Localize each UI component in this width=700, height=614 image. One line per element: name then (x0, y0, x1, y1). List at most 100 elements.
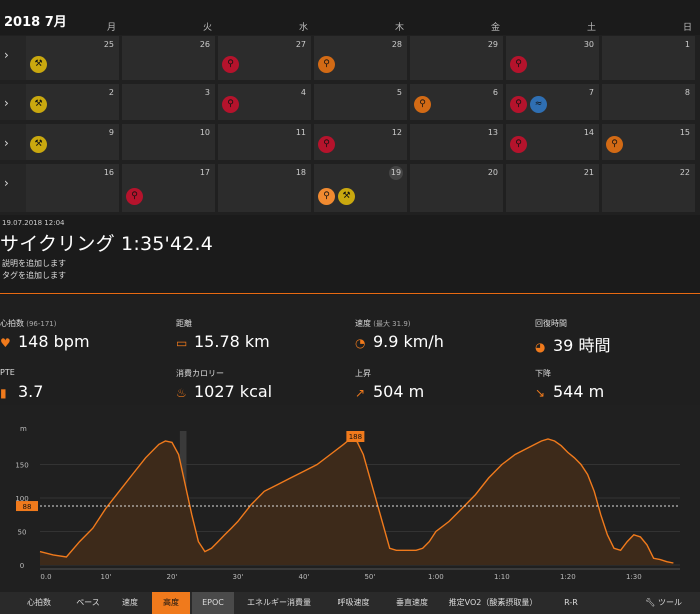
stat-label-sub: (96-171) (24, 320, 57, 328)
graph-tab[interactable]: ペース (68, 592, 108, 614)
bike-icon[interactable]: ⚲ (318, 188, 335, 205)
calendar-day[interactable]: 16 (26, 164, 119, 212)
calendar-day[interactable]: 29 (410, 36, 503, 80)
average-marker-label: 88 (23, 503, 32, 511)
bike-icon[interactable]: ⚲ (126, 188, 143, 205)
bike-icon[interactable]: ⚲ (414, 96, 431, 113)
calendar-day[interactable]: 8 (602, 84, 695, 120)
activity-title: サイクリング 1:35'42.4 (0, 233, 214, 255)
strength-icon[interactable]: ⚒ (30, 96, 47, 113)
day-number: 21 (583, 168, 594, 177)
y-axis-unit: m (20, 425, 27, 433)
day-number: 7 (588, 88, 594, 97)
stat-value-text: 504 m (373, 382, 425, 401)
bike-icon[interactable]: ⚲ (222, 56, 239, 73)
strength-icon[interactable]: ⚒ (30, 56, 47, 73)
calendar-day[interactable]: 21 (506, 164, 599, 212)
day-number: 2 (108, 88, 114, 97)
max-marker-label: 188 (349, 433, 362, 441)
stat-label-text: 距離 (176, 319, 192, 328)
arrow-up-icon: ↗ (355, 386, 366, 400)
week-expand-button[interactable]: › (0, 36, 28, 80)
graph-tabs: 心拍数 ペース 速度 高度 EPOC エネルギー消費量 呼吸速度 垂直速度 推定VO2（酸素摂取… (0, 592, 700, 614)
stat-label: 距離 (176, 318, 192, 329)
day-number: 18 (295, 168, 306, 177)
graph-tab[interactable]: 高度 (152, 592, 190, 614)
swim-icon[interactable]: ≈ (530, 96, 547, 113)
day-number: 16 (103, 168, 114, 177)
speedometer-icon: ◔ (355, 336, 366, 350)
add-tags-link[interactable]: タグを追加します (2, 270, 66, 281)
calendar-day[interactable]: 1 (602, 36, 695, 80)
graph-tab[interactable]: 垂直速度 (383, 592, 441, 614)
day-number: 11 (295, 128, 306, 137)
x-tick-label: 1:00 (428, 573, 444, 581)
calendar-day[interactable]: 13 (410, 124, 503, 160)
bike-icon[interactable]: ⚲ (510, 136, 527, 153)
day-number: 19 (389, 166, 403, 180)
calendar-day[interactable]: 22 (602, 164, 695, 212)
calendar-day[interactable]: 18 (218, 164, 311, 212)
bike-icon[interactable]: ⚲ (510, 56, 527, 73)
chevron-right-icon: › (4, 96, 9, 110)
stat-label-text: 速度 (355, 319, 371, 328)
stat-label: 心拍数 (96-171) (0, 318, 56, 329)
week-expand-button[interactable]: › (0, 124, 28, 160)
calendar-day[interactable]: 11 (218, 124, 311, 160)
calendar-day[interactable]: 10 (122, 124, 215, 160)
stat-label-text: 消費カロリー (176, 369, 224, 378)
bike-icon[interactable]: ⚲ (318, 136, 335, 153)
y-tick-label: 150 (15, 462, 28, 470)
x-tick-label: 50' (364, 573, 375, 581)
graph-tab[interactable]: R-R (546, 592, 596, 614)
stat-value: ↗ 504 m (355, 382, 424, 401)
chevron-right-icon: › (4, 48, 9, 62)
x-tick-label: 10' (101, 573, 112, 581)
tools-button[interactable]: 🔧︎ ツール (600, 592, 682, 614)
stat-value-text: 148 bpm (18, 332, 90, 351)
strength-icon[interactable]: ⚒ (338, 188, 355, 205)
stat-value: ↘ 544 m (535, 382, 604, 401)
graph-tab[interactable]: 速度 (110, 592, 150, 614)
week-expand-button[interactable]: › (0, 84, 28, 120)
bike-icon[interactable]: ⚲ (510, 96, 527, 113)
calendar-day[interactable]: 20 (410, 164, 503, 212)
stat-label-text: 回復時間 (535, 319, 567, 328)
graph-tab[interactable]: EPOC (192, 592, 234, 614)
chart-svg: 050100150m881880.0 10' 20' 30' 40' 50' 1:00 1:1… (15, 425, 680, 581)
add-description-link[interactable]: 説明を追加します (2, 258, 66, 269)
calendar-day[interactable]: 5 (314, 84, 407, 120)
heart-icon: ♥ (0, 336, 11, 350)
strength-icon[interactable]: ⚒ (30, 136, 47, 153)
bike-icon[interactable]: ⚲ (318, 56, 335, 73)
day-number: 26 (199, 40, 210, 49)
weekday-label: 日 (683, 23, 693, 33)
graph-tab[interactable]: 呼吸速度 (326, 592, 381, 614)
day-number: 5 (396, 88, 402, 97)
ruler-icon: ▭ (176, 336, 188, 350)
stat-value: ◔ 9.9 km/h (355, 332, 444, 351)
graph-tab[interactable]: 心拍数 (14, 592, 64, 614)
pte-icon: ▮ (0, 386, 7, 400)
day-number: 28 (391, 40, 402, 49)
day-number: 1 (684, 40, 690, 49)
day-number: 30 (583, 40, 594, 49)
altitude-area (40, 439, 674, 565)
week-expand-button[interactable]: › (0, 164, 28, 212)
bike-icon[interactable]: ⚲ (222, 96, 239, 113)
bike-icon[interactable]: ⚲ (606, 136, 623, 153)
stat-value: ▭ 15.78 km (176, 332, 270, 351)
x-tick-label: 40' (298, 573, 309, 581)
chevron-right-icon: › (4, 176, 9, 190)
x-tick-label: 30' (233, 573, 244, 581)
graph-tab[interactable]: エネルギー消費量 (236, 592, 322, 614)
flame-icon: ♨ (176, 386, 187, 400)
altitude-chart[interactable]: 0 50 100 150 m 88 188 0.0 10' 20' 30' 40' 50' 1:00 1:1… (0, 405, 700, 592)
stat-label: 下降 (535, 368, 551, 379)
x-tick-label: 1:20 (560, 573, 576, 581)
stat-label: 回復時間 (535, 318, 567, 329)
x-tick-label: 1:10 (494, 573, 510, 581)
calendar-day[interactable]: 26 (122, 36, 215, 80)
calendar-day[interactable]: 3 (122, 84, 215, 120)
graph-tab[interactable]: 推定VO2（酸素摂取量） (443, 592, 543, 614)
